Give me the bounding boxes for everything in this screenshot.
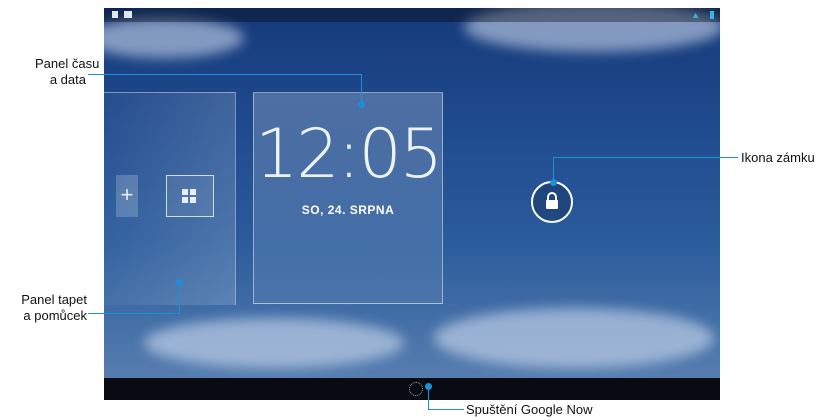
callout-clock-panel-line2: a data <box>49 72 86 87</box>
clock-date: SO, 24. SRPNA <box>301 203 395 217</box>
wifi-icon: ▲ <box>691 10 700 20</box>
callout-dot-clock <box>358 101 365 108</box>
battery-icon <box>710 11 714 19</box>
callout-line-widget-h <box>88 313 180 314</box>
cloud <box>144 318 404 368</box>
status-bar: ▲ <box>104 8 720 22</box>
callout-dot-lock <box>550 179 557 186</box>
callout-widget-panel-line2: a pomůcek <box>23 308 87 323</box>
lock-screen: ▲ + 12:05 SO, 24. SRPNA <box>104 8 720 400</box>
callout-clock-panel-line1: Panel času <box>35 56 100 71</box>
image-icon <box>124 11 132 18</box>
callout-line-now-h <box>428 409 464 410</box>
callout-clock-panel: Panel času a data <box>35 56 100 88</box>
callout-line-clock-v <box>361 74 362 102</box>
callout-line-lock-h <box>554 157 738 158</box>
callout-widget-panel-line1: Panel tapet <box>21 292 87 307</box>
dotted-circle-icon[interactable] <box>409 382 423 396</box>
callout-line-lock-v <box>553 157 554 181</box>
notification-icon <box>112 11 118 18</box>
plus-icon[interactable]: + <box>116 175 138 217</box>
callout-google-now: Spuštění Google Now <box>466 402 593 417</box>
clock-time: 12:05 <box>255 115 443 194</box>
callout-line-clock-h <box>88 74 362 75</box>
wallpaper-widget-panel[interactable]: + <box>104 92 236 305</box>
callout-dot-now <box>425 383 432 390</box>
navigation-bar <box>104 378 720 400</box>
cloud <box>434 308 714 368</box>
padlock-icon[interactable] <box>531 181 573 223</box>
grid-icon[interactable] <box>166 175 214 217</box>
callout-lock-icon: Ikona zámku <box>741 150 815 165</box>
callout-line-widget-v <box>179 282 180 314</box>
callout-dot-widget <box>176 279 183 286</box>
callout-line-now-v <box>428 388 429 410</box>
cloud <box>104 18 244 58</box>
time-date-panel[interactable]: 12:05 SO, 24. SRPNA <box>253 92 443 304</box>
callout-widget-panel: Panel tapet a pomůcek <box>5 292 87 324</box>
